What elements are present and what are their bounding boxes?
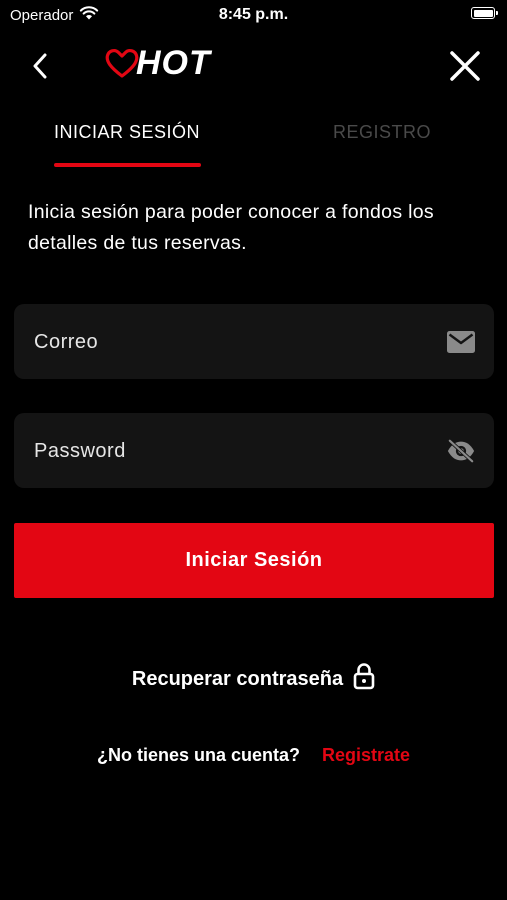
mail-icon — [446, 327, 476, 357]
heart-logo-icon — [105, 49, 139, 78]
intro-text: Inicia sesión para poder conocer a fondo… — [28, 201, 434, 254]
password-input[interactable] — [32, 413, 436, 490]
close-icon — [450, 51, 480, 81]
lock-icon — [353, 662, 375, 696]
logo-text: HOT — [136, 44, 211, 82]
email-field[interactable] — [14, 304, 494, 381]
eye-off-icon[interactable] — [446, 436, 476, 466]
app-logo: HOT — [104, 46, 211, 80]
email-input[interactable] — [32, 304, 436, 381]
register-question: ¿No tienes una cuenta? — [96, 745, 300, 765]
back-button[interactable] — [22, 48, 58, 84]
login-button[interactable]: Iniciar Sesión — [14, 523, 494, 598]
register-prompt: ¿No tienes una cuenta? Registrate — [0, 745, 507, 766]
chevron-left-icon — [33, 53, 47, 79]
tab-register[interactable]: REGISTRO — [333, 122, 431, 143]
battery-icon — [471, 7, 498, 19]
tab-login[interactable]: INICIAR SESIÓN — [54, 122, 200, 143]
recover-password-label: Recuperar contraseña — [131, 667, 344, 690]
active-tab-indicator — [54, 163, 201, 167]
recover-password-link[interactable]: Recuperar contraseña — [0, 662, 507, 696]
close-button[interactable] — [445, 46, 485, 86]
register-link[interactable]: Registrate — [322, 745, 410, 766]
password-field[interactable] — [14, 413, 494, 490]
status-time: 8:45 p.m. — [218, 6, 289, 23]
